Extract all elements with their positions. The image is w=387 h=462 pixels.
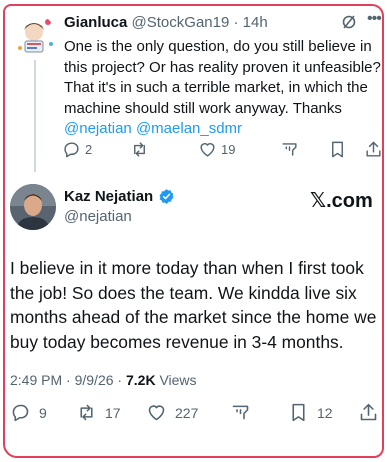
like-count: 227 <box>175 404 199 421</box>
like-icon <box>200 143 215 157</box>
repost-icon <box>80 404 93 421</box>
tweet-text: I believe in it more today than when I f… <box>10 258 377 352</box>
reply-author-handle[interactable]: @StockGan19 <box>132 14 230 31</box>
reply-count: 9 <box>39 404 47 421</box>
cartoon-avatar-image <box>12 14 56 58</box>
views-count: 7.2K <box>125 372 156 388</box>
avatar[interactable] <box>12 14 56 58</box>
x-brand-logo: 𝕏.com <box>310 190 373 212</box>
bookmark-button[interactable]: 12 <box>288 402 333 423</box>
share-icon <box>360 403 377 421</box>
reply-action-bar: 2 19 <box>62 140 387 162</box>
bookmark-button[interactable] <box>328 140 347 159</box>
meta-separator: · <box>233 14 239 31</box>
reply-icon <box>64 142 79 158</box>
bookmark-icon <box>332 141 343 158</box>
repost-button[interactable] <box>130 140 149 159</box>
author-handle[interactable]: @nejatian <box>64 208 132 226</box>
verified-badge-icon <box>159 189 174 204</box>
reply-text: One is the only question, do you still b… <box>64 37 382 140</box>
views-label: Views <box>159 372 197 388</box>
tweet-thread-screenshot: Gianluca @StockGan19 · 14h ••• One is th… <box>0 0 387 462</box>
reply-text-body: One is the only question, do you still b… <box>64 38 381 117</box>
like-count: 19 <box>221 142 236 157</box>
reply-author-name[interactable]: Gianluca <box>64 14 127 31</box>
profile-photo <box>10 184 56 230</box>
reply-button[interactable]: 2 <box>62 140 92 159</box>
repost-button[interactable]: 17 <box>76 402 121 423</box>
tweet-action-bar: 9 17 227 12 <box>10 402 387 426</box>
reply-count: 2 <box>85 142 93 157</box>
reply-time[interactable]: 14h <box>243 14 268 31</box>
meta-separator: · <box>117 372 123 388</box>
more-icon[interactable]: ••• <box>367 11 383 27</box>
tweet-meta: 2:49 PM · 9/9/26 · 7.2K Views <box>10 371 197 389</box>
meta-separator: · <box>66 372 71 388</box>
tweet-time[interactable]: 2:49 PM <box>10 372 62 388</box>
reply-button[interactable]: 9 <box>10 402 47 423</box>
reply-icon <box>12 404 29 422</box>
tweet-date[interactable]: 9/9/26 <box>75 372 114 388</box>
share-button[interactable] <box>364 140 383 159</box>
reply-header: Gianluca @StockGan19 · 14h <box>64 14 379 32</box>
mention-link[interactable]: @nejatian <box>64 120 132 137</box>
like-button[interactable]: 227 <box>146 402 198 423</box>
share-button[interactable] <box>358 402 379 423</box>
share-icon <box>366 141 381 157</box>
stats-button[interactable] <box>230 402 251 423</box>
stats-icon <box>282 143 297 156</box>
like-icon <box>148 405 165 421</box>
stats-icon <box>232 405 249 420</box>
author-name[interactable]: Kaz Nejatian <box>64 188 153 206</box>
repost-icon <box>134 142 145 157</box>
reply-tweet[interactable]: Gianluca @StockGan19 · 14h ••• One is th… <box>0 0 387 172</box>
grok-icon[interactable] <box>341 14 357 30</box>
mention-link[interactable]: @maelan_sdmr <box>136 120 242 137</box>
avatar[interactable] <box>10 184 56 230</box>
thread-line <box>34 60 36 172</box>
repost-count: 17 <box>105 404 121 421</box>
bookmark-icon <box>292 403 305 422</box>
stats-button[interactable] <box>280 140 299 159</box>
bookmark-count: 12 <box>317 404 333 421</box>
like-button[interactable]: 19 <box>198 140 235 159</box>
